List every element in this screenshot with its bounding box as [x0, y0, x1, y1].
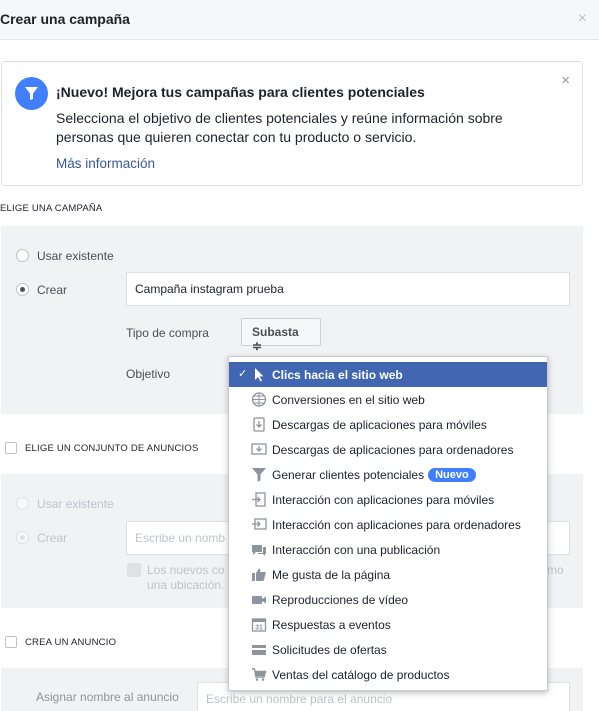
create-campaign-radio[interactable]: [16, 283, 29, 296]
objective-option[interactable]: Me gusta de la página: [229, 562, 547, 587]
use-existing-adset-label: Usar existente: [37, 497, 114, 511]
objective-option[interactable]: Descargas de aplicaciones para ordenador…: [229, 437, 547, 462]
filter-icon: [251, 467, 267, 482]
objective-option-label: Descargas de aplicaciones para móviles: [272, 418, 487, 432]
download-desktop-icon: [251, 442, 267, 457]
objective-option-label: Clics hacia el sitio web: [272, 368, 403, 382]
objective-option[interactable]: Interacción con aplicaciones para ordena…: [229, 512, 547, 537]
download-mobile-icon: [251, 417, 267, 432]
cart-icon: [251, 667, 267, 682]
adset-note-tail: mo: [547, 563, 564, 577]
objective-option[interactable]: Conversiones en el sitio web: [229, 387, 547, 412]
close-icon[interactable]: ×: [578, 10, 587, 28]
objective-option-label: Interacción con aplicaciones para ordena…: [272, 518, 521, 532]
offer-icon: [251, 642, 267, 657]
objective-option-label: Solicitudes de ofertas: [272, 643, 387, 657]
use-existing-adset-radio[interactable]: [16, 497, 29, 510]
create-adset-label: Crear: [37, 531, 68, 545]
dialog-header: Crear una campaña ×: [0, 0, 599, 40]
campaign-section-label: ELIGE UNA CAMPAÑA: [0, 203, 103, 214]
use-existing-campaign-radio[interactable]: [16, 249, 29, 262]
objective-label: Objetivo: [126, 367, 171, 381]
objective-option[interactable]: 31 Respuestas a eventos: [229, 612, 547, 637]
objective-option[interactable]: Interacción con una publicación: [229, 537, 547, 562]
check-icon: ✓: [238, 368, 248, 380]
objective-option[interactable]: Generar clientes potenciales Nuevo: [229, 462, 547, 487]
objective-dropdown: ✓ Clics hacia el sitio web Conversiones en…: [228, 356, 548, 691]
create-campaign-label: Crear: [37, 283, 68, 297]
adset-note: Los nuevos co una ubicación.: [147, 563, 224, 593]
objective-option[interactable]: Descargas de aplicaciones para móviles: [229, 412, 547, 437]
close-icon[interactable]: ×: [561, 72, 570, 89]
post-engagement-icon: [251, 542, 267, 557]
objective-option[interactable]: ✓ Clics hacia el sitio web: [229, 362, 547, 387]
dialog-title: Crear una campaña: [0, 11, 130, 27]
adset-note-line: una ubicación.: [147, 578, 225, 592]
ad-section-label: CREA UN ANUNCIO: [25, 637, 117, 648]
objective-option-label: Me gusta de la página: [272, 568, 391, 582]
thumbs-up-icon: [251, 567, 267, 582]
notice-body-line: Selecciona el objetivo de clientes poten…: [56, 110, 503, 126]
more-info-link[interactable]: Más información: [56, 156, 155, 171]
objective-option-label: Descargas de aplicaciones para ordenador…: [272, 443, 514, 457]
notice-body-line: personas que quieren conectar con tu pro…: [56, 129, 417, 145]
objective-option-label: Conversiones en el sitio web: [272, 393, 425, 407]
cursor-icon: [251, 367, 267, 382]
objective-option-label: Interacción con una publicación: [272, 543, 441, 557]
objective-option[interactable]: Interacción con aplicaciones para móvile…: [229, 487, 547, 512]
objective-option-label: Ventas del catálogo de productos: [272, 668, 450, 682]
new-badge: Nuevo: [428, 468, 476, 482]
calendar-icon: 31: [251, 617, 267, 632]
ad-name-label: Asignar nombre al anuncio: [36, 690, 179, 704]
adset-section-label: ELIGE UN CONJUNTO DE ANUNCIOS: [25, 443, 199, 454]
objective-option-label: Interacción con aplicaciones para móvile…: [272, 493, 495, 507]
campaign-name-input[interactable]: Campaña instagram prueba: [126, 272, 570, 306]
objective-option-label: Generar clientes potenciales Nuevo: [272, 468, 476, 483]
objective-option-label: Reproducciones de vídeo: [272, 593, 409, 607]
app-engage-mobile-icon: [251, 492, 267, 507]
objective-option-label: Respuestas a eventos: [272, 618, 391, 632]
objective-option[interactable]: Ventas del catálogo de productos: [229, 662, 547, 687]
adset-section-checkbox[interactable]: [5, 442, 17, 454]
purchase-type-select[interactable]: Subasta ≑: [241, 318, 321, 353]
notice-body: Selecciona el objetivo de clientes poten…: [56, 109, 556, 147]
globe-icon: [251, 392, 267, 407]
info-icon: [127, 563, 141, 577]
objective-option[interactable]: Solicitudes de ofertas: [229, 637, 547, 662]
app-engage-desktop-icon: [251, 517, 267, 532]
purchase-type-label: Tipo de compra: [126, 326, 209, 340]
filter-icon: [15, 77, 48, 110]
notice-title: ¡Nuevo! Mejora tus campañas para cliente…: [56, 84, 425, 100]
svg-text:31: 31: [255, 625, 263, 632]
objective-option[interactable]: Reproducciones de vídeo: [229, 587, 547, 612]
create-adset-radio[interactable]: [16, 531, 29, 544]
video-camera-icon: [251, 592, 267, 607]
adset-note-line: Los nuevos co: [147, 563, 225, 577]
ad-section-checkbox[interactable]: [5, 636, 17, 648]
use-existing-campaign-label: Usar existente: [37, 249, 114, 263]
lead-ads-notice: ¡Nuevo! Mejora tus campañas para cliente…: [1, 61, 583, 186]
